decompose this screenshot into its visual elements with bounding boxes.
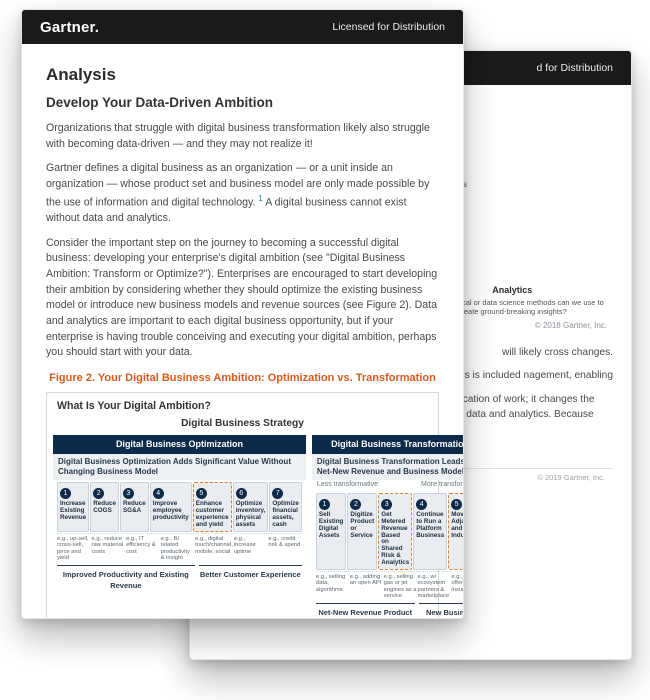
figure-caption: Figure 2. Your Digital Business Ambition…	[46, 370, 439, 386]
step-title: Optimize financial assets, cash	[272, 501, 299, 529]
step-number-icon: 2	[350, 499, 361, 510]
step-card: 5 Move Into Adjacent and New Industries	[448, 493, 464, 570]
brand-logo: Gartner.	[40, 19, 99, 36]
page-subtitle: Develop Your Data-Driven Ambition	[46, 93, 439, 113]
license-label: Licensed for Distribution	[332, 21, 445, 33]
step-card: 1 Increase Existing Revenue	[57, 482, 89, 532]
optimization-column: Digital Business Optimization Digital Bu…	[53, 435, 306, 619]
step-number-icon: 5	[451, 499, 462, 510]
brace-label: Net-New Revenue Product and Services	[316, 603, 415, 619]
step-example: e.g., Tesla offering insurance	[451, 571, 464, 601]
step-example: e.g., selling data, algorithms	[316, 571, 349, 601]
scale-high: More transformative	[421, 480, 464, 490]
step-number-icon: 3	[123, 488, 134, 499]
page-title: Analysis	[46, 62, 439, 87]
step-number-icon: 4	[416, 499, 427, 510]
step-example: e.g., digital touch/channel, mobile, soc…	[195, 533, 233, 563]
step-title: Sell Existing Digital Assets	[319, 512, 344, 540]
step-example: e.g., BI related productivity & insight	[161, 533, 195, 563]
step-card: 4 Continue to Run a Platform Business	[413, 493, 447, 570]
step-title: Digitize Product or Service	[350, 512, 374, 540]
step-example: e.g., w/ ecosystem partners & marketplac…	[418, 571, 451, 601]
brace-label: Improved Productivity and Existing Reven…	[57, 565, 195, 591]
figure-box: What Is Your Digital Ambition? Digital B…	[46, 392, 439, 619]
step-card: 7 Optimize financial assets, cash	[269, 482, 302, 532]
step-example: e.g., increase uptime	[234, 533, 268, 563]
step-card: 4 Improve employee productivity	[150, 482, 192, 532]
step-example: e.g., adding an open API	[350, 571, 383, 601]
brace-label: New Business Models	[419, 603, 464, 619]
step-number-icon: 7	[272, 488, 283, 499]
document-page-front: Gartner. Licensed for Distribution Analy…	[21, 9, 464, 619]
page-body: Analysis Develop Your Data-Driven Ambiti…	[22, 44, 463, 619]
body-paragraph: Organizations that struggle with digital…	[46, 121, 439, 152]
step-number-icon: 2	[93, 488, 104, 499]
step-card: 5 Enhance customer experience and yield	[193, 482, 232, 532]
column-header: Digital Business Transformation	[312, 435, 464, 454]
license-label: d for Distribution	[537, 62, 613, 74]
step-example: e.g., credit risk & spend	[268, 533, 302, 563]
step-number-icon: 1	[60, 488, 71, 499]
footer-copyright: © 2019 Gartner, Inc.	[537, 472, 605, 483]
step-card: 1 Sell Existing Digital Assets	[316, 493, 347, 570]
step-title: Increase Existing Revenue	[60, 501, 86, 522]
step-number-icon: 4	[153, 488, 164, 499]
step-number-icon: 3	[381, 499, 392, 510]
step-title: Reduce SG&A	[123, 501, 146, 515]
step-title: Get Metered Revenue Based on Shared Risk…	[381, 512, 409, 567]
header-bar: Gartner. Licensed for Distribution	[22, 10, 463, 44]
step-title: Move Into Adjacent and New Industries	[451, 512, 464, 540]
step-card: 6 Optimize inventory, physical assets	[233, 482, 269, 532]
scale-low: Less transformative	[317, 480, 378, 490]
chart-question: What Is Your Digital Ambition?	[47, 393, 438, 416]
step-example: e.g., up-sell, cross-sell, price and yie…	[57, 533, 91, 563]
step-card: 3 Get Metered Revenue Based on Shared Ris…	[378, 493, 412, 570]
body-paragraph: Gartner defines a digital business as an…	[46, 161, 439, 226]
chart-strategy-label: Digital Business Strategy	[47, 416, 438, 435]
step-title: Improve employee productivity	[153, 501, 189, 522]
column-header: Digital Business Optimization	[53, 435, 306, 454]
step-card: 2 Reduce COGS	[90, 482, 119, 532]
step-title: Enhance customer experience and yield	[196, 501, 229, 529]
step-example: e.g., selling gas or jet engines as a se…	[384, 571, 417, 601]
step-example: e.g., IT efficiency & cost	[126, 533, 160, 563]
step-number-icon: 6	[236, 488, 247, 499]
step-example: e.g., reduce raw material costs	[92, 533, 126, 563]
column-subheader: Digital Business Optimization Adds Signi…	[53, 454, 306, 480]
step-number-icon: 1	[319, 499, 330, 510]
body-paragraph: Consider the important step on the journ…	[46, 236, 439, 361]
brace-label: Better Customer Experience	[199, 565, 302, 591]
step-title: Reduce COGS	[93, 501, 116, 515]
step-card: 2 Digitize Product or Service	[347, 493, 377, 570]
step-card: 3 Reduce SG&A	[120, 482, 149, 532]
step-number-icon: 5	[196, 488, 207, 499]
column-subheader: Digital Business Transformation Leads to…	[312, 454, 464, 480]
step-title: Optimize inventory, physical assets	[236, 501, 266, 529]
transformation-column: Digital Business Transformation Digital …	[312, 435, 464, 619]
step-title: Continue to Run a Platform Business	[416, 512, 444, 540]
